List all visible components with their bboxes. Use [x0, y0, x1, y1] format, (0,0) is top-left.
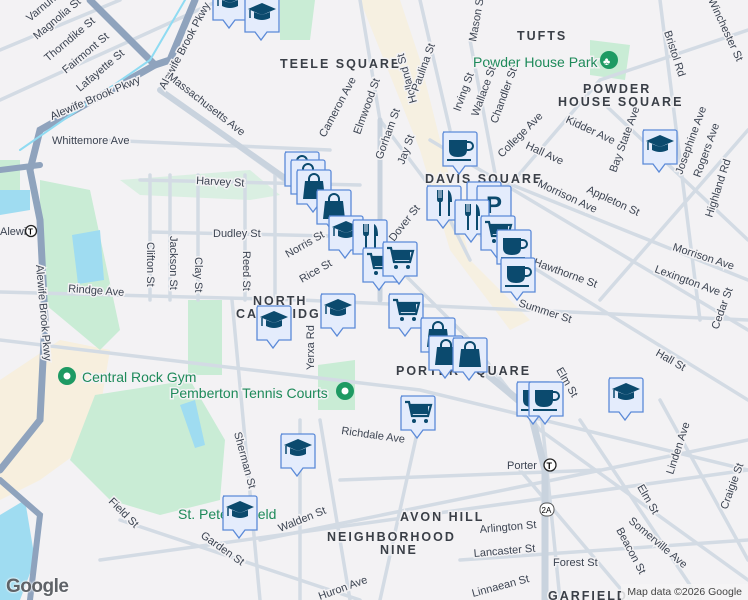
svg-text:TEELE SQUARE: TEELE SQUARE — [280, 57, 401, 71]
svg-text:NINE: NINE — [380, 543, 418, 557]
svg-text:Harvey St: Harvey St — [196, 175, 245, 190]
svg-text:Dudley St: Dudley St — [213, 228, 261, 240]
school-icon — [642, 129, 678, 174]
svg-text:Rice St: Rice St — [298, 257, 335, 285]
cafe-marker[interactable] — [442, 130, 478, 176]
school-marker[interactable] — [244, 0, 280, 42]
school-marker[interactable] — [280, 432, 316, 478]
map-canvas[interactable]: TEELE SQUARE TUFTS POWDER HOUSE SQUARE D… — [0, 0, 748, 600]
svg-text:Clay St: Clay St — [192, 257, 204, 292]
school-marker[interactable] — [256, 304, 292, 350]
svg-text:Dover St: Dover St — [387, 203, 423, 244]
svg-text:NEIGHBORHOOD: NEIGHBORHOOD — [327, 530, 456, 544]
grocery-icon — [400, 395, 436, 440]
school-marker[interactable] — [320, 292, 356, 338]
svg-text:Alewife Brook Pkwy: Alewife Brook Pkwy — [157, 0, 213, 91]
grocery-icon — [382, 241, 418, 286]
svg-text:Clifton St: Clifton St — [144, 242, 156, 287]
svg-text:Kidder Ave: Kidder Ave — [564, 114, 617, 147]
school-icon — [608, 377, 644, 422]
cafe-marker[interactable] — [528, 380, 564, 426]
svg-text:Craigie St: Craigie St — [719, 462, 747, 511]
school-marker[interactable] — [212, 0, 248, 30]
school-icon — [212, 0, 248, 30]
svg-text:Mason St: Mason St — [467, 0, 487, 43]
svg-text:Arlington St: Arlington St — [479, 519, 537, 536]
svg-text:Morrison Ave: Morrison Ave — [671, 241, 736, 272]
cafe-icon — [442, 131, 478, 176]
svg-text:Jackson St: Jackson St — [167, 236, 179, 290]
svg-text:Central Rock Gym: Central Rock Gym — [82, 369, 196, 385]
google-logo: Google — [6, 576, 69, 597]
svg-text:♣: ♣ — [603, 56, 610, 68]
svg-text:GARFIELD: GARFIELD — [548, 589, 628, 600]
svg-text:T: T — [547, 461, 553, 471]
svg-text:Whittemore Ave: Whittemore Ave — [52, 135, 129, 147]
map-attribution[interactable]: Map data ©2026 Google — [621, 584, 748, 600]
svg-text:T: T — [28, 228, 33, 237]
grocery-icon — [388, 293, 424, 338]
svg-text:Richdale Ave: Richdale Ave — [341, 425, 406, 446]
school-marker[interactable] — [222, 494, 258, 540]
cafe-marker[interactable] — [500, 256, 536, 302]
svg-text:Forest St: Forest St — [553, 557, 598, 569]
grocery-marker[interactable] — [400, 394, 436, 440]
cafe-icon — [500, 257, 536, 302]
svg-text:Jay St: Jay St — [396, 133, 418, 166]
svg-text:Pemberton Tennis Courts: Pemberton Tennis Courts — [170, 385, 328, 401]
school-icon — [244, 0, 280, 42]
svg-text:Sherman St: Sherman St — [231, 431, 258, 490]
svg-text:Yerxa Rd: Yerxa Rd — [305, 325, 317, 370]
cafe-icon — [528, 381, 564, 426]
shopping-marker[interactable] — [452, 336, 488, 382]
svg-text:TUFTS: TUFTS — [517, 29, 567, 43]
svg-text:2A: 2A — [542, 506, 552, 515]
school-icon — [256, 305, 292, 350]
svg-text:AVON HILL: AVON HILL — [400, 510, 484, 524]
svg-text:HOUSE SQUARE: HOUSE SQUARE — [558, 95, 683, 109]
grocery-marker[interactable] — [382, 240, 418, 286]
school-icon — [320, 293, 356, 338]
svg-text:POWDER: POWDER — [583, 82, 651, 96]
school-marker[interactable] — [642, 128, 678, 174]
svg-text:Linnaean St: Linnaean St — [471, 573, 531, 600]
shopping-icon — [452, 337, 488, 382]
school-icon — [222, 495, 258, 540]
school-icon — [280, 433, 316, 478]
svg-text:Porter: Porter — [507, 460, 537, 472]
grocery-marker[interactable] — [388, 292, 424, 338]
svg-text:Reed St: Reed St — [240, 251, 252, 291]
school-marker[interactable] — [608, 376, 644, 422]
map-base: TEELE SQUARE TUFTS POWDER HOUSE SQUARE D… — [0, 0, 748, 600]
